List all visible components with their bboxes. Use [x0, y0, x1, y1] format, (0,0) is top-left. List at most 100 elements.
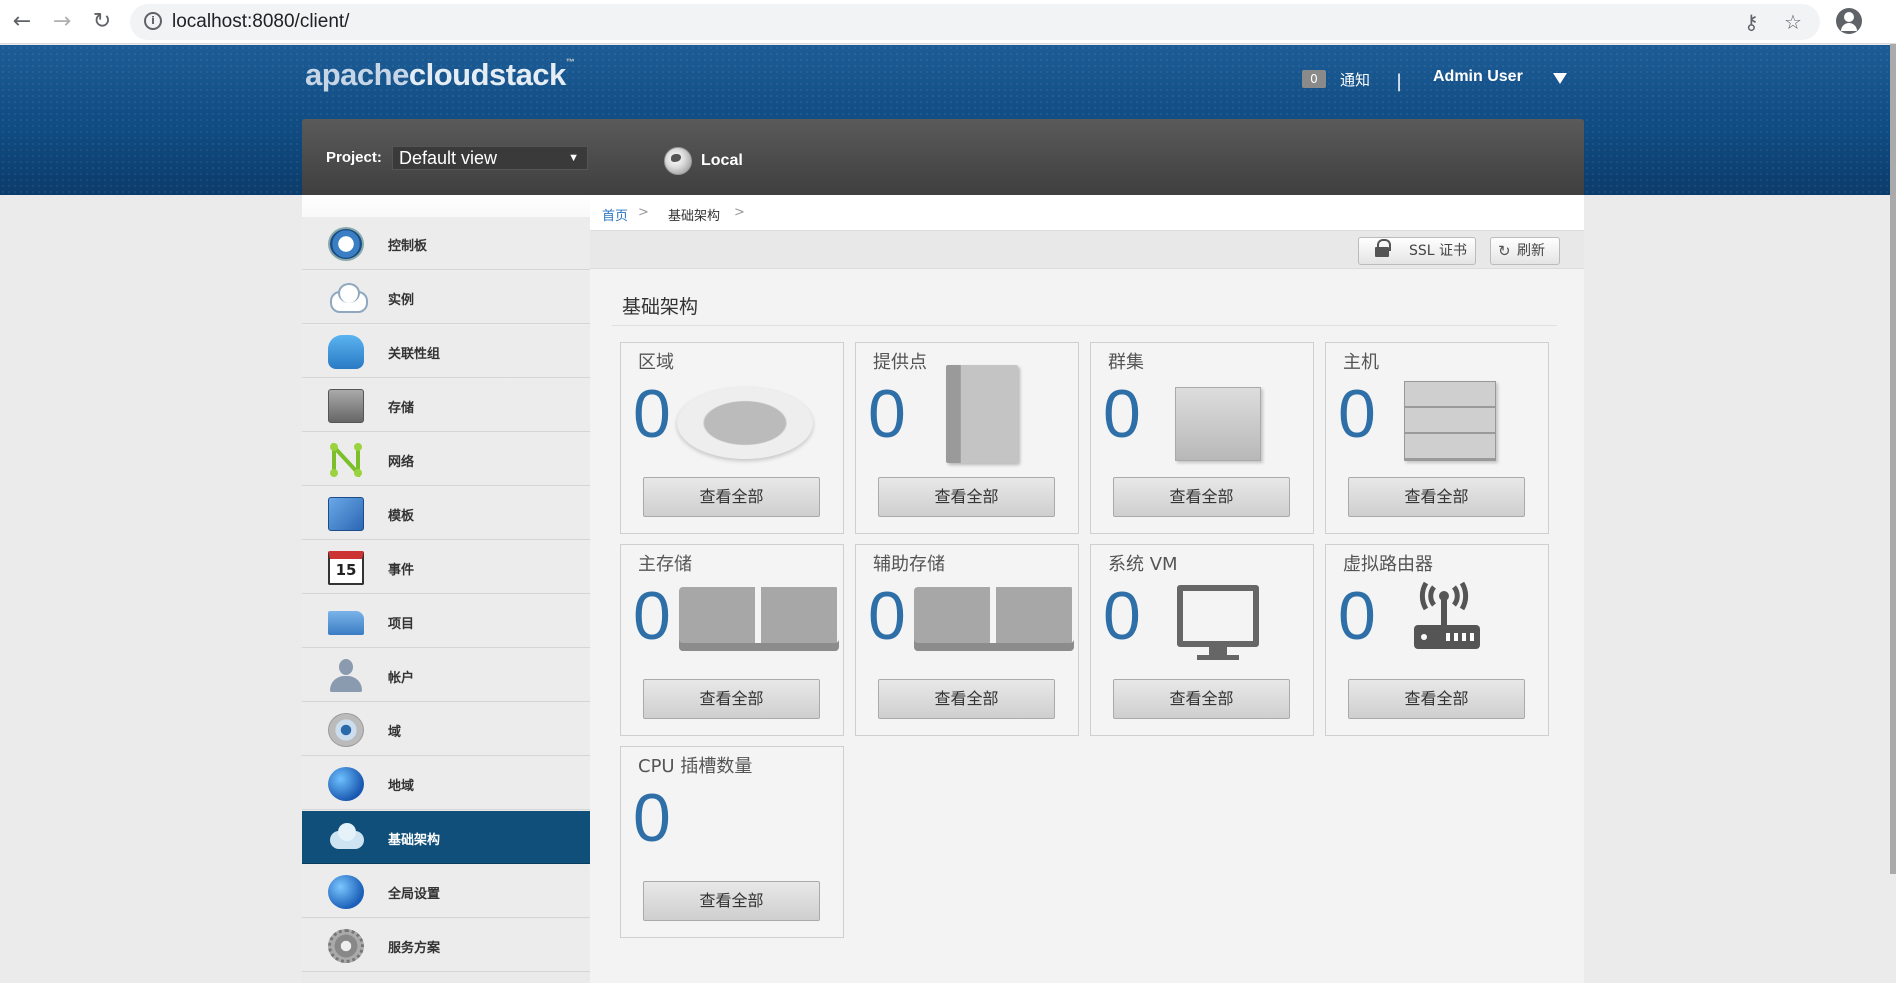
- sidebar-item-domains[interactable]: 域: [302, 703, 590, 756]
- sidebar-item-label: 全局设置: [388, 887, 441, 902]
- info-icon[interactable]: i: [144, 12, 162, 30]
- sidebar-item-affinity-groups[interactable]: 关联性组: [302, 325, 590, 378]
- logo-part-1: apache: [305, 57, 409, 92]
- card-title: 主存储: [638, 554, 692, 575]
- router-icon: [1406, 581, 1496, 665]
- card-title: 虚拟路由器: [1343, 554, 1433, 575]
- sidebar-item-service-offerings[interactable]: 服务方案: [302, 919, 590, 972]
- view-all-button[interactable]: 查看全部: [878, 477, 1055, 517]
- project-select[interactable]: Default view ▼: [392, 146, 588, 170]
- toolbar: SSL 证书 ↻ 刷新: [590, 231, 1584, 269]
- breadcrumb-home[interactable]: 首页: [602, 205, 628, 224]
- view-all-button[interactable]: 查看全部: [878, 679, 1055, 719]
- zone-illustration-icon: [677, 387, 813, 459]
- zone-label[interactable]: Local: [701, 152, 743, 170]
- sidebar-item-instances[interactable]: 实例: [302, 271, 590, 324]
- user-icon: [328, 659, 364, 693]
- sidebar-item-label: 域: [388, 725, 402, 740]
- user-name[interactable]: Admin User: [1433, 68, 1523, 86]
- cluster-illustration-icon: [1175, 387, 1261, 461]
- breadcrumb-current[interactable]: 基础架构: [668, 205, 720, 224]
- card-title: 辅助存储: [873, 554, 945, 575]
- card-pods: 提供点 0 查看全部: [855, 342, 1079, 534]
- scrollbar[interactable]: [1890, 44, 1896, 874]
- logo[interactable]: apachecloudstack™: [305, 57, 575, 93]
- card-count: 0: [868, 376, 906, 452]
- host-illustration-icon: [1404, 381, 1496, 461]
- globe-icon: [328, 767, 364, 801]
- sidebar-item-regions[interactable]: 地域: [302, 757, 590, 810]
- sidebar-item-dashboard[interactable]: 控制板: [302, 217, 590, 270]
- sidebar-item-label: 事件: [388, 563, 415, 578]
- sidebar-item-storage[interactable]: 存储: [302, 379, 590, 432]
- view-all-button[interactable]: 查看全部: [1348, 477, 1525, 517]
- sidebar-item-label: 控制板: [388, 239, 428, 254]
- content-area: 首页 > 基础架构 > SSL 证书 ↻ 刷新 基础架构 区域 0 查看全部 提…: [590, 195, 1584, 983]
- url-text[interactable]: localhost:8080/client/: [172, 11, 349, 33]
- sidebar-item-label: 项目: [388, 617, 415, 632]
- dashboard-icon: [328, 227, 364, 261]
- breadcrumb-separator: >: [638, 205, 649, 220]
- calendar-icon: 15: [328, 551, 364, 585]
- view-all-button[interactable]: 查看全部: [1113, 679, 1290, 719]
- sidebar-item-label: 服务方案: [388, 941, 441, 956]
- main-container: 控制板 实例 关联性组 存储 网络 模板 15 事件 项目 帐户 域 地域 基础…: [302, 195, 1584, 983]
- card-hosts: 主机 0 查看全部: [1325, 342, 1549, 534]
- sidebar-item-label: 模板: [388, 509, 415, 524]
- notification-label[interactable]: 通知: [1340, 69, 1370, 90]
- back-icon[interactable]: ←: [8, 8, 36, 36]
- card-title: 系统 VM: [1108, 554, 1178, 575]
- view-all-button[interactable]: 查看全部: [1113, 477, 1290, 517]
- project-bar: Project: Default view ▼ Local: [302, 119, 1584, 195]
- ssl-button-label: SSL 证书: [1409, 243, 1468, 259]
- infrastructure-icon: [328, 821, 364, 855]
- key-icon[interactable]: ⚷: [1744, 10, 1759, 34]
- gear-icon: [328, 929, 364, 963]
- notification-count-badge[interactable]: 0: [1302, 70, 1326, 88]
- card-title: 群集: [1108, 352, 1144, 373]
- address-bar[interactable]: i localhost:8080/client/ ⚷ ☆: [130, 4, 1820, 40]
- reload-icon[interactable]: ↻: [88, 8, 116, 36]
- sidebar-item-templates[interactable]: 模板: [302, 487, 590, 540]
- profile-icon[interactable]: [1836, 8, 1862, 34]
- storage-icon: [328, 389, 364, 423]
- view-all-button[interactable]: 查看全部: [1348, 679, 1525, 719]
- forward-icon[interactable]: →: [48, 8, 76, 36]
- monitor-icon: [1177, 585, 1259, 647]
- user-menu-arrow-icon[interactable]: [1553, 73, 1567, 84]
- sidebar-item-network[interactable]: 网络: [302, 433, 590, 486]
- card-clusters: 群集 0 查看全部: [1090, 342, 1314, 534]
- sidebar-item-events[interactable]: 15 事件: [302, 541, 590, 594]
- sidebar: 控制板 实例 关联性组 存储 网络 模板 15 事件 项目 帐户 域 地域 基础…: [302, 195, 590, 983]
- view-all-button[interactable]: 查看全部: [643, 881, 820, 921]
- sidebar-item-projects[interactable]: 项目: [302, 595, 590, 648]
- view-all-button[interactable]: 查看全部: [643, 477, 820, 517]
- view-all-button[interactable]: 查看全部: [643, 679, 820, 719]
- monitor-base: [1197, 655, 1239, 660]
- title-divider: [612, 325, 1557, 326]
- card-title: 主机: [1343, 352, 1379, 373]
- header-separator: |: [1396, 71, 1403, 92]
- network-icon: [328, 441, 364, 479]
- star-icon[interactable]: ☆: [1784, 10, 1802, 34]
- card-secondary-storage: 辅助存储 0 查看全部: [855, 544, 1079, 736]
- refresh-button[interactable]: ↻ 刷新: [1490, 237, 1560, 265]
- sidebar-item-global-settings[interactable]: 全局设置: [302, 865, 590, 918]
- primary-storage-illustration-icon: [679, 587, 839, 651]
- sidebar-item-label: 实例: [388, 293, 415, 308]
- affinity-icon: [328, 335, 364, 369]
- sidebar-item-infrastructure[interactable]: 基础架构: [302, 811, 590, 864]
- global-settings-icon: [328, 875, 364, 909]
- ssl-certificate-button[interactable]: SSL 证书: [1358, 237, 1476, 265]
- card-count: 0: [633, 578, 671, 654]
- card-count: 0: [633, 780, 671, 856]
- card-count: 0: [1103, 376, 1141, 452]
- card-virtual-routers: 虚拟路由器 0 查看全部: [1325, 544, 1549, 736]
- sidebar-item-label: 关联性组: [388, 347, 441, 362]
- secondary-storage-illustration-icon: [914, 587, 1074, 651]
- sidebar-item-accounts[interactable]: 帐户: [302, 649, 590, 702]
- refresh-icon: ↻: [1498, 242, 1511, 260]
- card-title: CPU 插槽数量: [638, 756, 753, 777]
- zone-globe-icon[interactable]: [664, 147, 692, 175]
- project-label: Project:: [326, 149, 382, 166]
